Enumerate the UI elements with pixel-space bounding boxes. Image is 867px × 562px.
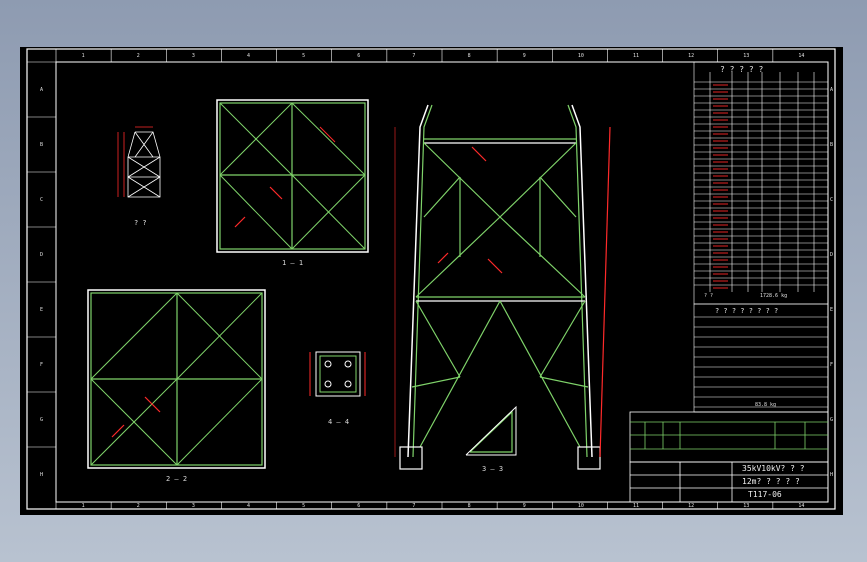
grid-row-F-left: F: [40, 361, 44, 368]
grid-column-10-bottom: 10: [577, 503, 584, 509]
grid-column-3-bottom: 3: [191, 503, 195, 509]
grid-row-A-left: A: [40, 86, 44, 93]
grid-column-3-top: 3: [191, 53, 195, 59]
tower-drawing: [26, 48, 836, 510]
grid-row-C-left: C: [40, 196, 44, 203]
plan-view-1-label: 1 — 1: [282, 259, 304, 267]
grid-row-H-right: H: [830, 471, 834, 478]
grid-row-A-right: A: [830, 86, 834, 93]
inner-frame: [55, 61, 829, 503]
grid-column-8-bottom: 8: [467, 503, 471, 509]
grid-column-12-bottom: 12: [688, 503, 695, 509]
grid-column-13-top: 13: [743, 53, 750, 59]
grid-column-2-top: 2: [136, 53, 140, 59]
grid-row-H-left: H: [40, 471, 44, 478]
grid-column-1-bottom: 1: [81, 503, 85, 509]
grid-column-14-bottom: 14: [798, 503, 805, 509]
title-drawing-title: 12m? ? ? ? ?: [742, 477, 800, 486]
grid-row-B-right: B: [830, 141, 834, 148]
grid-column-14-top: 14: [798, 53, 805, 59]
grid-column-5-top: 5: [302, 53, 306, 59]
grid-column-12-top: 12: [688, 53, 695, 59]
plan-view-2-label: 2 — 2: [166, 475, 188, 483]
cad-drawing-canvas[interactable]: ? ? 1 — 1 2 — 2 3 — 3 4 — 4 ? ? ? ? ? ? …: [20, 47, 843, 515]
grid-column-2-bottom: 2: [136, 503, 140, 509]
title-project: 35kV10kV? ? ?: [742, 464, 805, 473]
notes-table: [629, 411, 829, 463]
bom-header: ? ? ? ? ?: [720, 65, 764, 74]
bracket-detail-label: 3 — 3: [482, 465, 504, 473]
grid-ticks: [27, 49, 774, 509]
grid-row-D-right: D: [830, 251, 834, 258]
grid-column-1-top: 1: [81, 53, 85, 59]
grid-column-6-top: 6: [357, 53, 361, 59]
grid-column-7-bottom: 7: [412, 503, 416, 509]
grid-row-G-left: G: [40, 416, 44, 423]
grid-column-11-bottom: 11: [633, 503, 640, 509]
grid-column-8-top: 8: [467, 53, 471, 59]
grid-column-5-bottom: 5: [302, 503, 306, 509]
small-elevation-label: ? ?: [134, 219, 147, 227]
grid-row-B-left: B: [40, 141, 44, 148]
grid-row-D-left: D: [40, 251, 44, 258]
grid-column-4-top: 4: [247, 53, 251, 59]
bom-total-label: ? ?: [704, 293, 714, 299]
title-drawing-number: T117-06: [748, 490, 782, 499]
outer-frame: [26, 48, 836, 510]
small-elevation-view: [117, 126, 161, 198]
grid-row-E-left: E: [40, 306, 44, 313]
bracket-detail: [465, 405, 517, 456]
grid-column-10-top: 10: [577, 53, 584, 59]
bom-table: [693, 61, 829, 413]
grid-column-9-top: 9: [522, 53, 526, 59]
bolt-table-header: ? ? ? ? ? ? ? ?: [715, 307, 779, 315]
grid-column-4-bottom: 4: [247, 503, 251, 509]
grid-row-E-right: E: [830, 306, 834, 313]
base-plate-label: 4 — 4: [328, 418, 350, 426]
plan-view-2: [87, 289, 266, 469]
tower-elevation: [394, 104, 611, 470]
grid-row-G-right: G: [830, 416, 834, 423]
bom-total-value: 1728.6 kg: [760, 293, 788, 299]
grid-row-F-right: F: [830, 361, 834, 368]
base-plate-detail: [309, 351, 366, 397]
plan-view-1: [216, 99, 369, 253]
grid-column-6-bottom: 6: [357, 503, 361, 509]
grid-column-13-bottom: 13: [743, 503, 750, 509]
grid-row-C-right: C: [830, 196, 834, 203]
bolt-total-value: 83.8 kg: [755, 402, 777, 408]
grid-column-7-top: 7: [412, 53, 416, 59]
grid-column-9-bottom: 9: [522, 503, 526, 509]
grid-column-11-top: 11: [633, 53, 640, 59]
